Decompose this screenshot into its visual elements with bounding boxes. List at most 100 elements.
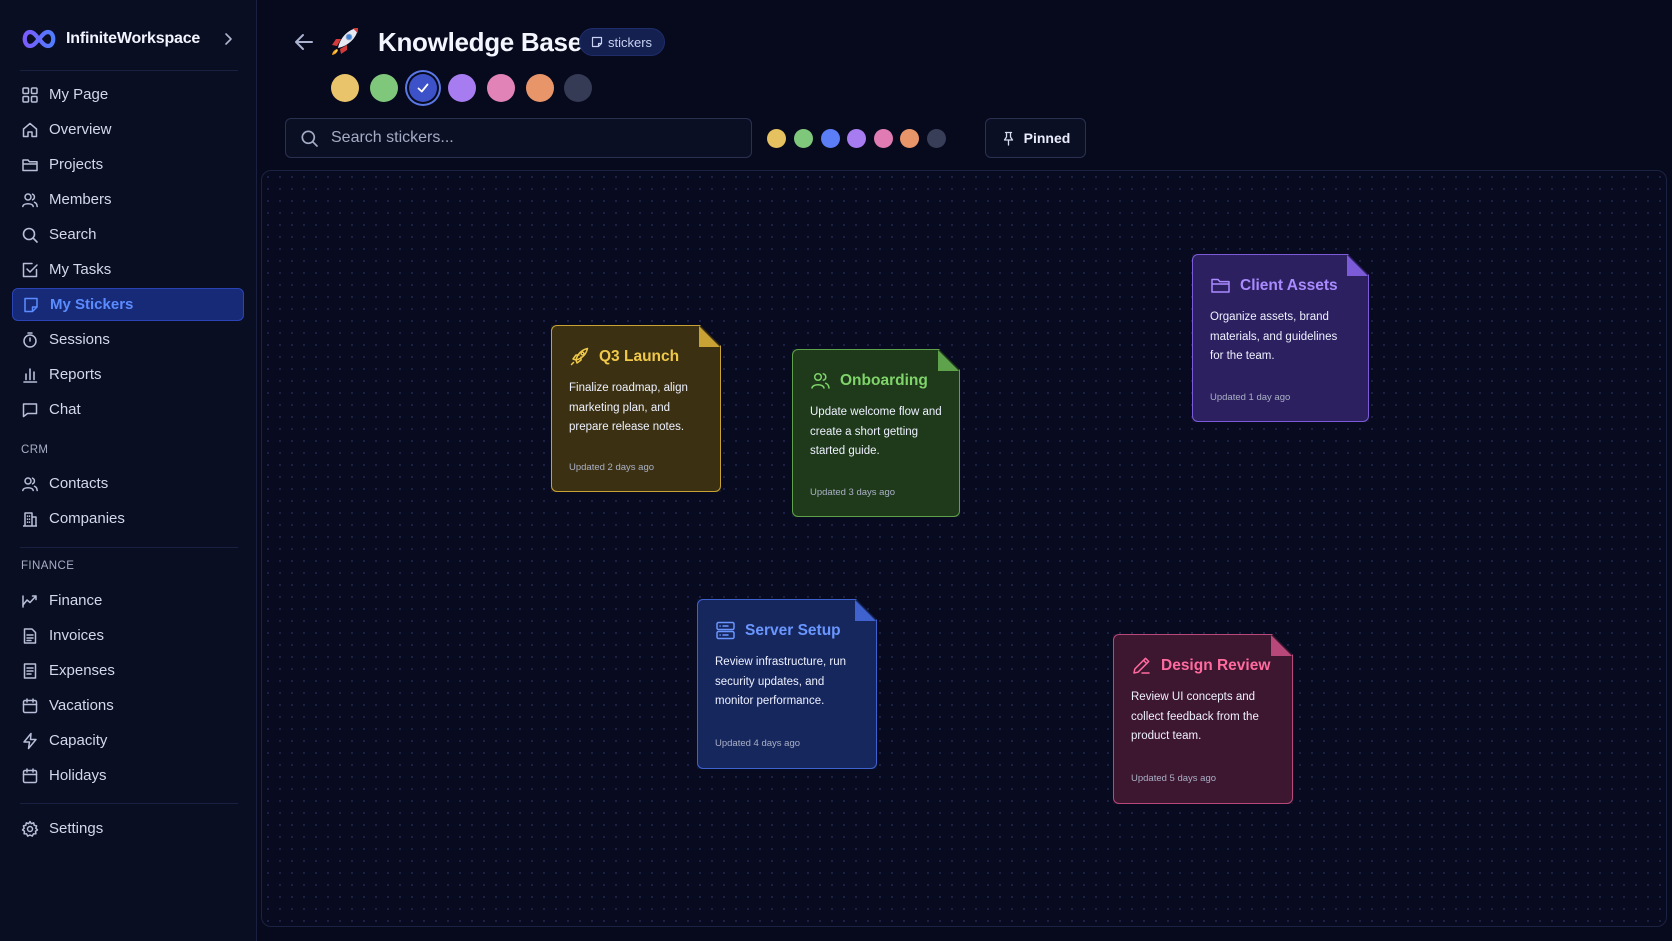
gear-icon (21, 820, 39, 837)
color-swatch-orange[interactable] (526, 74, 554, 102)
sidebar-item-finance[interactable]: Finance (12, 584, 244, 617)
chat-icon (22, 402, 38, 417)
sidebar-item-invoices[interactable]: Invoices (12, 619, 244, 652)
app-name: InfiniteWorkspace (66, 30, 201, 47)
sidebar-item-label: My Page (49, 86, 109, 103)
sticker-updated: Updated 4 days ago (715, 738, 801, 749)
filter-dot-green[interactable] (794, 129, 813, 148)
page-fold (1347, 255, 1368, 276)
sidebar-item-companies[interactable]: Companies (12, 502, 244, 535)
divider (20, 547, 238, 548)
section-label-finance: FINANCE (21, 560, 75, 572)
sticker-updated: Updated 1 day ago (1210, 392, 1291, 403)
filter-dot-pink[interactable] (874, 129, 893, 148)
section-label-crm: CRM (21, 444, 49, 456)
page-fold (938, 350, 959, 371)
filter-dot-blue[interactable] (821, 129, 840, 148)
sidebar-item-label: Overview (49, 121, 112, 138)
sticker-title: Onboarding (840, 371, 928, 389)
page-fold (699, 326, 720, 347)
sticker-card[interactable]: Design Review Review UI concepts and col… (1113, 634, 1293, 804)
color-swatch-green[interactable] (370, 74, 398, 102)
sidebar-item-label: Projects (49, 156, 104, 173)
brand[interactable]: InfiniteWorkspace (20, 24, 242, 54)
sticker-updated: Updated 2 days ago (569, 462, 655, 473)
sidebar-item-search[interactable]: Search (12, 218, 244, 251)
folder-icon (1210, 275, 1231, 296)
sticker-title: Design Review (1161, 656, 1271, 674)
page-fold (855, 600, 876, 621)
receipt-icon (23, 662, 37, 679)
sidebar-item-expenses[interactable]: Expenses (12, 654, 244, 687)
sidebar-item-my-tasks[interactable]: My Tasks (12, 253, 244, 286)
home-icon (22, 122, 38, 137)
sidebar: InfiniteWorkspace My Page Overview Proje… (0, 0, 257, 941)
sidebar-item-label: Finance (49, 592, 103, 609)
search-box[interactable] (285, 118, 752, 158)
sticker-icon (24, 297, 38, 312)
sidebar-item-chat[interactable]: Chat (12, 393, 244, 426)
server-icon (715, 620, 736, 641)
color-swatch-yellow[interactable] (331, 74, 359, 102)
calendar-icon (22, 767, 38, 783)
sidebar-item-label: Capacity (49, 732, 108, 749)
filter-dot-purple[interactable] (847, 129, 866, 148)
divider (20, 803, 238, 804)
tag-label: stickers (608, 34, 653, 50)
sticker-card[interactable]: Server Setup Review infrastructure, run … (697, 599, 877, 769)
checkmark-icon (417, 83, 429, 93)
chevron-right-icon[interactable] (220, 31, 236, 47)
users-icon (22, 192, 38, 207)
sidebar-item-projects[interactable]: Projects (12, 148, 244, 181)
sidebar-item-label: Holidays (49, 767, 107, 784)
sticker-updated: Updated 3 days ago (810, 487, 896, 498)
checkbox-icon (22, 262, 38, 277)
sticker-title: Server Setup (745, 621, 841, 639)
building-icon (23, 511, 37, 527)
back-arrow-icon[interactable] (292, 30, 316, 54)
sidebar-item-label: Chat (49, 401, 81, 418)
page-title: Knowledge Base (378, 27, 582, 57)
sidebar-item-holidays[interactable]: Holidays (12, 759, 244, 792)
infinity-logo-icon (22, 29, 56, 49)
sidebar-item-vacations[interactable]: Vacations (12, 689, 244, 722)
lightning-icon (23, 732, 37, 749)
sidebar-item-settings[interactable]: Settings (12, 812, 244, 845)
filter-dot-orange[interactable] (900, 129, 919, 148)
sidebar-item-label: Settings (49, 820, 104, 837)
sidebar-item-label: Invoices (49, 627, 105, 644)
sidebar-item-overview[interactable]: Overview (12, 113, 244, 146)
pinned-label: Pinned (1023, 130, 1071, 146)
sticker-card[interactable]: Q3 Launch Finalize roadmap, align market… (551, 325, 721, 492)
stickers-tag[interactable]: stickers (579, 28, 666, 56)
sidebar-item-members[interactable]: Members (12, 183, 244, 216)
search-input[interactable] (331, 129, 731, 147)
color-swatch-gray[interactable] (564, 74, 592, 102)
sidebar-item-contacts[interactable]: Contacts (12, 467, 244, 500)
users-icon (810, 370, 831, 391)
sticker-card[interactable]: Onboarding Update welcome flow and creat… (792, 349, 960, 517)
sticker-description: Update welcome flow and create a short g… (810, 406, 942, 457)
pinned-button[interactable]: Pinned (985, 118, 1086, 158)
sticker-card[interactable]: Client Assets Organize assets, brand mat… (1192, 254, 1369, 422)
rocket-icon (332, 28, 358, 55)
sidebar-item-label: Companies (49, 510, 125, 527)
color-swatch-purple[interactable] (448, 74, 476, 102)
divider (20, 70, 238, 71)
sidebar-item-my-stickers[interactable]: My Stickers (12, 288, 244, 321)
sidebar-item-sessions[interactable]: Sessions (12, 323, 244, 356)
filter-dot-gray[interactable] (927, 129, 946, 148)
search-icon (301, 129, 318, 147)
color-swatch-blue[interactable] (409, 74, 437, 102)
sidebar-item-label: Sessions (49, 331, 110, 348)
sidebar-item-my-page[interactable]: My Page (12, 78, 244, 111)
color-swatch-pink[interactable] (487, 74, 515, 102)
sticker-description: Finalize roadmap, align marketing plan, … (569, 382, 688, 433)
sidebar-item-label: My Tasks (49, 261, 112, 278)
sidebar-item-capacity[interactable]: Capacity (12, 724, 244, 757)
filter-dot-yellow[interactable] (767, 129, 786, 148)
sticker-canvas[interactable]: Q3 Launch Finalize roadmap, align market… (261, 170, 1667, 927)
pin-icon (1003, 131, 1013, 146)
invoice-icon (23, 627, 37, 644)
sidebar-item-reports[interactable]: Reports (12, 358, 244, 391)
